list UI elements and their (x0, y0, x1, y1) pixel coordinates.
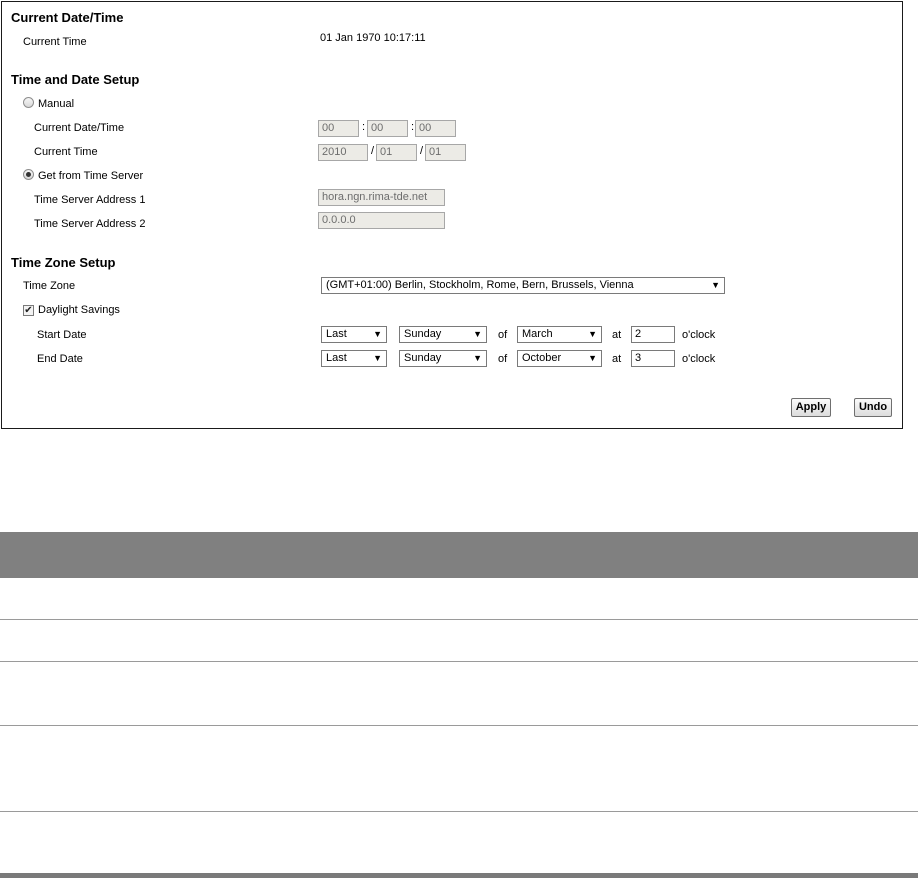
chevron-down-icon: ▼ (473, 329, 482, 339)
manual-date-time-label: Current Date/Time (34, 122, 125, 134)
end-day-value: Sunday (404, 352, 442, 364)
start-week-value: Last (326, 328, 347, 340)
time-separator: : (362, 121, 366, 133)
daylight-savings-label: Daylight Savings (38, 304, 120, 316)
end-date-label: End Date (37, 353, 83, 365)
chevron-down-icon: ▼ (473, 353, 482, 363)
end-at-label: at (612, 353, 622, 365)
time-date-setup-heading: Time and Date Setup (11, 72, 140, 87)
server-address-2-input[interactable]: 0.0.0.0 (318, 212, 445, 229)
undo-button[interactable]: Undo (854, 398, 892, 417)
chevron-down-icon: ▼ (373, 353, 382, 363)
start-of-label: of (498, 329, 508, 341)
time-server-label: Get from Time Server (38, 170, 144, 182)
time-separator: : (411, 121, 415, 133)
table-header (0, 532, 918, 578)
date-time-settings-panel: Current Date/Time Current Time 01 Jan 19… (1, 1, 903, 429)
time-zone-label: Time Zone (23, 280, 76, 292)
start-day-select[interactable]: Sunday ▼ (399, 326, 487, 343)
table-bottom-border (0, 873, 918, 878)
end-week-value: Last (326, 352, 347, 364)
server-address-1-input[interactable]: hora.ngn.rima-tde.net (318, 189, 445, 206)
hour-field[interactable]: 00 (318, 120, 359, 137)
manual-current-time-label: Current Time (34, 146, 98, 158)
end-month-value: October (522, 352, 562, 364)
end-oclock-label: o'clock (682, 353, 716, 365)
start-month-select[interactable]: March ▼ (517, 326, 602, 343)
table-row-divider (0, 619, 918, 620)
start-hour-input[interactable]: 2 (631, 326, 675, 343)
table-row-divider (0, 725, 918, 726)
current-time-value: 01 Jan 1970 10:17:11 (320, 32, 426, 44)
radio-selected-dot (26, 172, 31, 177)
daylight-savings-checkbox[interactable]: ✔ (23, 305, 34, 316)
second-field[interactable]: 00 (415, 120, 456, 137)
year-field[interactable]: 2010 (318, 144, 368, 161)
current-date-time-heading: Current Date/Time (11, 10, 124, 25)
end-of-label: of (498, 353, 508, 365)
day-field[interactable]: 01 (425, 144, 466, 161)
table-row-divider (0, 811, 918, 812)
end-month-select[interactable]: October ▼ (517, 350, 602, 367)
start-week-select[interactable]: Last ▼ (321, 326, 387, 343)
start-day-value: Sunday (404, 328, 442, 340)
end-week-select[interactable]: Last ▼ (321, 350, 387, 367)
end-day-select[interactable]: Sunday ▼ (399, 350, 487, 367)
chevron-down-icon: ▼ (711, 280, 720, 290)
server-address-2-label: Time Server Address 2 (34, 218, 146, 230)
time-zone-setup-heading: Time Zone Setup (11, 255, 116, 270)
time-zone-select[interactable]: (GMT+01:00) Berlin, Stockholm, Rome, Ber… (321, 277, 725, 294)
table-row-divider (0, 661, 918, 662)
chevron-down-icon: ▼ (588, 329, 597, 339)
month-field[interactable]: 01 (376, 144, 417, 161)
current-time-label: Current Time (23, 36, 87, 48)
start-date-label: Start Date (37, 329, 87, 341)
apply-button[interactable]: Apply (791, 398, 831, 417)
start-oclock-label: o'clock (682, 329, 716, 341)
chevron-down-icon: ▼ (588, 353, 597, 363)
time-zone-value: (GMT+01:00) Berlin, Stockholm, Rome, Ber… (326, 279, 634, 291)
server-address-1-label: Time Server Address 1 (34, 194, 146, 206)
start-at-label: at (612, 329, 622, 341)
date-separator: / (420, 145, 424, 157)
minute-field[interactable]: 00 (367, 120, 408, 137)
date-separator: / (371, 145, 375, 157)
chevron-down-icon: ▼ (373, 329, 382, 339)
end-hour-input[interactable]: 3 (631, 350, 675, 367)
manual-label: Manual (38, 98, 75, 110)
time-server-radio[interactable] (23, 169, 34, 180)
manual-radio[interactable] (23, 97, 34, 108)
start-month-value: March (522, 328, 553, 340)
check-icon: ✔ (24, 305, 33, 316)
